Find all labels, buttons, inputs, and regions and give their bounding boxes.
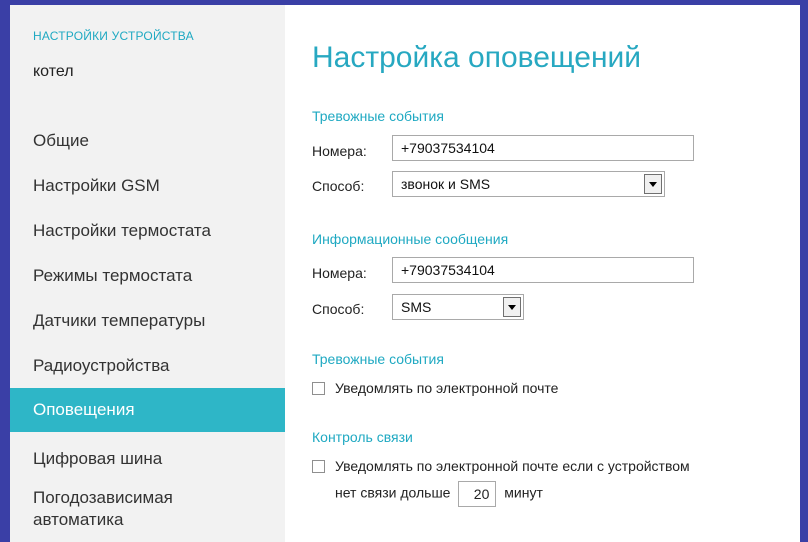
sidebar-item-notifications[interactable]: Оповещения: [10, 388, 285, 432]
sidebar-section-label: НАСТРОЙКИ УСТРОЙСТВА: [33, 29, 194, 43]
info-method-value: SMS: [401, 299, 432, 315]
sidebar-item-label-line1: Погодозависимая: [33, 488, 173, 507]
info-numbers-input[interactable]: [392, 257, 694, 283]
info-numbers-label: Номера:: [312, 265, 367, 281]
sidebar-item-digital-bus[interactable]: Цифровая шина: [10, 437, 285, 481]
sidebar-item-gsm[interactable]: Настройки GSM: [10, 164, 285, 208]
sidebar-item-temperature-sensors[interactable]: Датчики температуры: [10, 299, 285, 343]
window-frame-right: [800, 0, 808, 542]
device-name: котел: [33, 63, 74, 80]
page-title: Настройка оповещений: [312, 41, 642, 74]
sidebar-item-thermostat-modes[interactable]: Режимы термостата: [10, 254, 285, 298]
alarm-email-title: Тревожные события: [312, 351, 444, 367]
alarm-method-label: Способ:: [312, 178, 365, 194]
connection-control-line2: нет связи дольше 20 минут: [335, 481, 543, 507]
sidebar-item-radio-devices[interactable]: Радиоустройства: [10, 344, 285, 388]
window-frame-left: [0, 0, 10, 542]
main-content: Настройка оповещений Тревожные события Н…: [285, 5, 800, 542]
chevron-down-icon[interactable]: [644, 174, 662, 194]
sidebar-item-label-line2: автоматика: [33, 510, 124, 529]
info-method-label: Способ:: [312, 301, 365, 317]
sidebar-item-thermostat-settings[interactable]: Настройки термостата: [10, 209, 285, 253]
info-messages-title: Информационные сообщения: [312, 231, 509, 247]
alarm-email-row: Уведомлять по электронной почте: [312, 380, 558, 396]
connection-control-checkbox[interactable]: [312, 460, 325, 473]
connection-timeout-input[interactable]: 20: [458, 481, 497, 507]
alarm-method-value: звонок и SMS: [401, 176, 491, 192]
alarm-email-checkbox[interactable]: [312, 382, 325, 395]
connection-timeout-suffix: минут: [504, 484, 543, 501]
chevron-down-icon[interactable]: [503, 297, 521, 317]
alarm-email-label: Уведомлять по электронной почте: [335, 380, 559, 396]
alarm-events-title: Тревожные события: [312, 108, 444, 124]
sidebar: НАСТРОЙКИ УСТРОЙСТВА котел Общие Настрой…: [10, 5, 285, 542]
info-method-select[interactable]: SMS: [392, 294, 524, 320]
alarm-numbers-label: Номера:: [312, 143, 367, 159]
sidebar-item-weather-automation[interactable]: Погодозависимая автоматика: [10, 481, 285, 541]
sidebar-item-general[interactable]: Общие: [10, 119, 285, 163]
connection-timeout-prefix: нет связи дольше: [335, 484, 451, 501]
alarm-method-select[interactable]: звонок и SMS: [392, 171, 665, 197]
connection-control-label: Уведомлять по электронной почте если с у…: [335, 458, 690, 474]
connection-control-title: Контроль связи: [312, 429, 413, 445]
connection-control-row: Уведомлять по электронной почте если с у…: [312, 458, 690, 474]
alarm-numbers-input[interactable]: [392, 135, 694, 161]
